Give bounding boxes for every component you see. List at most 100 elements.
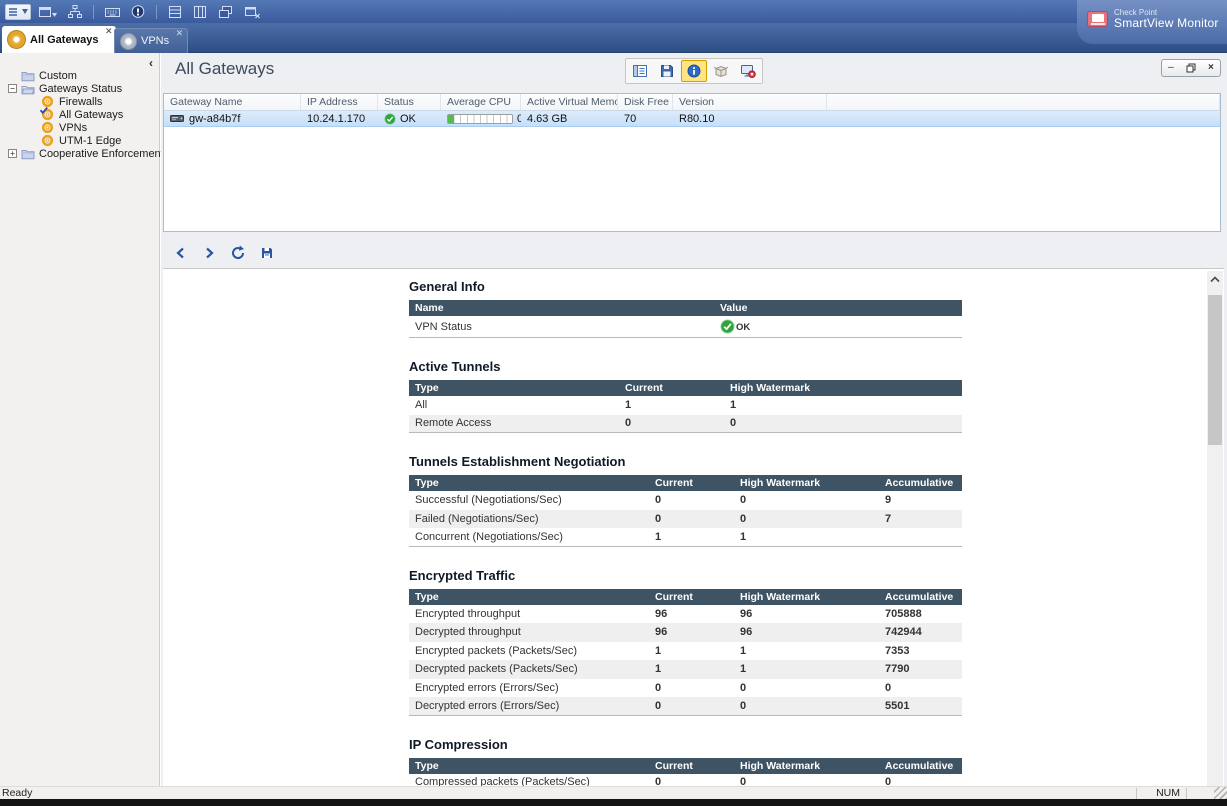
detail-row-label: All (409, 399, 619, 411)
gateway-tab-icon (8, 31, 25, 48)
sidebar-item-vpns[interactable]: VPNs (0, 121, 159, 134)
detail-column-header-accumulative: Accumulative (879, 591, 962, 603)
detail-row-label: Encrypted throughput (409, 608, 649, 620)
close-tab-icon[interactable]: ✕ (105, 27, 113, 36)
gateway-row[interactable]: gw-a84b7f10.24.1.170OK0%4.63 GB70R80.10 (164, 111, 1220, 127)
section-title-active-tunnels: Active Tunnels (409, 359, 962, 374)
column-view-icon[interactable] (190, 3, 210, 21)
close-all-windows-icon[interactable] (241, 3, 263, 21)
disconnect-icon[interactable] (735, 60, 761, 82)
column-header-ip-address[interactable]: IP Address (301, 94, 378, 110)
sidebar-item-firewalls[interactable]: Firewalls (0, 95, 159, 108)
detail-row-label: Concurrent (Negotiations/Sec) (409, 531, 649, 543)
scroll-up-icon[interactable] (1207, 271, 1223, 288)
views-menu-icon[interactable] (36, 3, 60, 21)
detail-row: Successful (Negotiations/Sec)009 (409, 491, 962, 510)
section-title-ip-compression: IP Compression (409, 737, 962, 752)
close-tab-icon[interactable]: ✕ (176, 29, 184, 38)
save-results-icon[interactable] (259, 245, 275, 261)
statusbar-divider (1186, 788, 1187, 799)
cascade-windows-icon[interactable] (215, 3, 236, 21)
num-lock-indicator: NUM (1156, 787, 1180, 799)
detail-row-value: 0 (649, 700, 734, 712)
detail-row-value: 0 (734, 776, 879, 786)
detail-row-value: 0 (734, 494, 879, 506)
detail-row-value: 0 (879, 776, 962, 786)
checkpoint-logo-icon (1087, 11, 1108, 27)
app-menu-button[interactable] (5, 4, 31, 20)
top-toolbar (0, 0, 1227, 23)
custom-commands-icon[interactable] (102, 3, 123, 21)
column-header-average-cpu[interactable]: Average CPU (441, 94, 521, 110)
scrollbar-thumb[interactable] (1208, 295, 1222, 445)
tab-vpns[interactable]: VPNs ✕ (114, 28, 188, 53)
toolbar-separator (93, 5, 94, 19)
detail-column-header-accumulative: Accumulative (879, 477, 962, 489)
detail-row: Encrypted errors (Errors/Sec)000 (409, 679, 962, 698)
info-view-icon[interactable] (681, 60, 707, 82)
sidebar-item-label: All Gateways (59, 109, 123, 121)
close-icon[interactable]: × (1208, 63, 1214, 73)
gateways-table-header: Gateway NameIP AddressStatusAverage CPUA… (164, 94, 1220, 111)
sidebar-item-all-gateways[interactable]: All Gateways (0, 108, 159, 121)
cell-average-cpu: 0% (441, 111, 521, 126)
section-title-tunnels-establishment-negotiation: Tunnels Establishment Negotiation (409, 454, 962, 469)
column-header-disk-free[interactable]: Disk Free % (618, 94, 673, 110)
tree-view-icon[interactable] (65, 3, 85, 21)
detail-row-value: 0 (734, 700, 879, 712)
detail-row-value: 7353 (879, 645, 962, 657)
column-header-status[interactable]: Status (378, 94, 441, 110)
restore-icon[interactable] (1186, 63, 1196, 73)
detail-column-header-type: Type (409, 591, 649, 603)
bottom-strip (0, 799, 1227, 806)
back-icon[interactable] (172, 245, 188, 261)
tab-all-gateways[interactable]: All Gateways ✕ (2, 26, 116, 53)
sidebar-item-label: Firewalls (59, 96, 102, 108)
detail-table-header: NameValue (409, 300, 962, 316)
save-view-icon[interactable] (654, 60, 680, 82)
tree-expander-icon[interactable]: − (8, 84, 17, 93)
cell-version: R80.10 (673, 111, 827, 126)
sidebar-collapse-button[interactable]: ‹ (149, 57, 153, 69)
refresh-icon[interactable] (230, 245, 246, 261)
detail-column-header-high-watermark: High Watermark (734, 760, 879, 772)
detail-row-value: 0 (649, 513, 734, 525)
vertical-scrollbar[interactable] (1207, 271, 1223, 786)
detail-row: Remote Access00 (409, 415, 962, 434)
detail-column-header-current: Current (649, 760, 734, 772)
tree-expander-icon[interactable]: + (8, 149, 17, 158)
detail-row: Failed (Negotiations/Sec)007 (409, 510, 962, 529)
detail-row-value: 705888 (879, 608, 962, 620)
detail-row: Encrypted packets (Packets/Sec)117353 (409, 642, 962, 661)
detail-row-label: Decrypted packets (Packets/Sec) (409, 663, 649, 675)
detail-column-header-type: Type (409, 382, 619, 394)
detail-row: All11 (409, 396, 962, 415)
statusbar-divider (1136, 788, 1137, 799)
sidebar-item-utm-1-edge[interactable]: UTM-1 Edge (0, 134, 159, 147)
detail-row-value: 1 (734, 663, 879, 675)
detail-column-header-value: Value (714, 302, 962, 314)
sidebar-item-custom[interactable]: Custom (0, 69, 159, 82)
package-icon[interactable] (708, 60, 734, 82)
column-header-gateway-name[interactable]: Gateway Name (164, 94, 301, 110)
detail-row-label: Encrypted errors (Errors/Sec) (409, 682, 649, 694)
system-alert-icon[interactable] (128, 3, 148, 21)
detail-row-label: Compressed packets (Packets/Sec) (409, 776, 649, 786)
sidebar-item-cooperative-enforcement[interactable]: +Cooperative Enforcement (0, 147, 159, 160)
folder-closed-icon (21, 70, 35, 82)
vpn-tab-icon (121, 34, 136, 49)
detail-row-value: 0 (619, 417, 724, 429)
section-title-encrypted-traffic: Encrypted Traffic (409, 568, 962, 583)
folder-closed-icon (21, 148, 35, 160)
minimize-icon[interactable]: – (1168, 63, 1174, 73)
list-view-icon[interactable] (165, 3, 185, 21)
folder-open-icon (21, 83, 35, 95)
column-header-version[interactable]: Version (673, 94, 827, 110)
sidebar-item-gateways-status[interactable]: −Gateways Status (0, 82, 159, 95)
column-header-active-virtual-memory[interactable]: Active Virtual Memory (521, 94, 618, 110)
details-view-icon[interactable] (627, 60, 653, 82)
forward-icon[interactable] (201, 245, 217, 261)
page-title: All Gateways (175, 59, 274, 79)
detail-row-value: 96 (649, 608, 734, 620)
detail-column-header-high-watermark: High Watermark (734, 477, 879, 489)
